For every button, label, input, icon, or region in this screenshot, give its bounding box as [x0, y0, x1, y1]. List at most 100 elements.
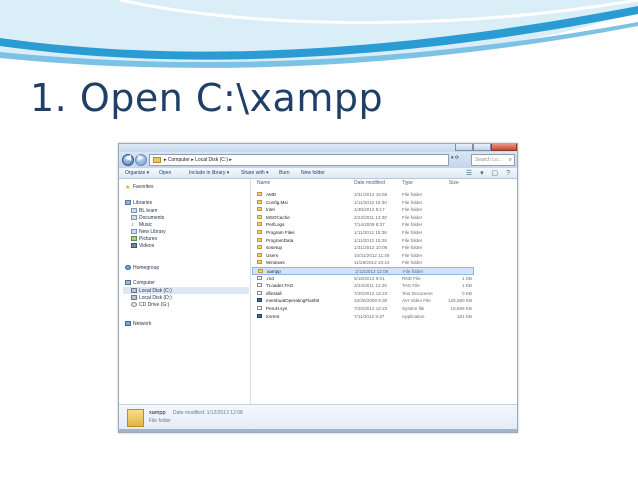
nav-network[interactable]: Network — [133, 321, 151, 327]
library-icon — [131, 208, 137, 213]
file-row[interactable]: xampp 1/12/2013 12:08 File folder — [252, 267, 474, 275]
search-input[interactable]: Search Lo... ⌕ — [471, 154, 515, 166]
navigation-pane: ★ Favorites Libraries BL learn Documents… — [119, 179, 251, 404]
nav-library-new-library[interactable]: New Library — [139, 229, 166, 235]
drive-icon — [131, 295, 137, 300]
forward-button[interactable]: ▶ — [135, 153, 147, 166]
file-list: AMD 1/31/2012 15:56 File folder Config.Msi 1… — [252, 191, 517, 391]
file-name: sosetup — [266, 245, 283, 251]
nav-library-documents[interactable]: Documents — [139, 215, 164, 221]
file-icon — [257, 306, 262, 310]
documents-icon — [131, 215, 137, 220]
folder-icon — [257, 245, 262, 250]
file-row[interactable]: torrent 7/11/2012 9:37 Application 181 KB — [252, 313, 474, 321]
file-row[interactable]: dfinstall 7/20/2012 12:23 Text Document 0 K… — [252, 290, 474, 298]
file-type: AVI Video File — [402, 298, 431, 304]
share-with-button[interactable]: Share with ▾ — [241, 170, 269, 176]
refresh-button[interactable]: ▾ ⟳ — [451, 155, 469, 165]
header-swoosh-decoration — [0, 0, 638, 68]
explorer-window: ◀ ▶ ▸ Computer ▸ Local Disk (C:) ▸ ▾ ⟳ S… — [118, 143, 518, 433]
file-type: Application — [402, 313, 425, 319]
nav-drive-g[interactable]: CD Drive (G:) — [139, 302, 169, 308]
file-row[interactable]: membuatOperatingFlash8 10/28/2009 6:30 AVI… — [252, 297, 474, 305]
open-button[interactable]: Open — [159, 170, 171, 176]
column-type[interactable]: Type — [402, 180, 413, 186]
minimize-button[interactable] — [455, 144, 473, 151]
folder-icon — [127, 409, 144, 427]
command-bar: Organize ▾ Open Include in library ▾ Sha… — [119, 168, 517, 179]
nav-favorites[interactable]: Favorites — [133, 184, 154, 190]
view-options-icon[interactable]: ☰ ▾ ▢ ? — [466, 169, 513, 177]
library-icon — [131, 229, 137, 234]
close-button[interactable] — [491, 144, 517, 151]
file-name: .rnd — [266, 275, 274, 281]
forward-arrow-icon: ▶ — [137, 153, 145, 162]
organize-button[interactable]: Organize ▾ — [125, 170, 149, 176]
file-row[interactable]: .rnd 5/18/2012 9:01 RND File 1 KB — [252, 275, 474, 283]
address-text: ▸ Computer ▸ Local Disk (C:) ▸ — [164, 157, 232, 163]
file-date-modified: 7/14/2009 8:37 — [354, 222, 385, 228]
file-row[interactable]: PerfLogs 7/14/2009 8:37 File folder — [252, 221, 474, 229]
file-date-modified: 7/20/2012 12:23 — [354, 306, 388, 311]
nav-library-music[interactable]: Music — [139, 222, 152, 228]
back-button[interactable]: ◀ — [122, 153, 134, 166]
nav-library-bl-learn[interactable]: BL learn — [139, 208, 157, 214]
nav-computer[interactable]: Computer — [133, 280, 155, 286]
file-date-modified: 1/12/2013 12:08 — [355, 269, 389, 274]
file-name: dfinstall — [266, 290, 282, 296]
nav-homegroup[interactable]: Homegroup — [133, 265, 159, 271]
file-row[interactable]: AMD 1/31/2012 15:56 File folder — [252, 191, 474, 199]
nav-library-videos[interactable]: Videos — [139, 243, 154, 249]
window-titlebar[interactable] — [119, 144, 517, 152]
folder-icon — [257, 260, 262, 265]
file-date-modified: 10/31/2012 11:49 — [354, 252, 390, 258]
column-date-modified[interactable]: Date modified — [354, 180, 385, 186]
column-name[interactable]: Name — [257, 180, 270, 186]
file-type: TAG File — [402, 283, 420, 289]
maximize-button[interactable] — [473, 144, 491, 151]
file-row[interactable]: ProgramData 1/11/2012 15:28 File folder — [252, 237, 474, 245]
file-row[interactable]: sosetup 1/31/2012 10:08 File folder — [252, 244, 474, 252]
file-row[interactable]: Intel 1/30/2012 9:17 File folder — [252, 206, 474, 214]
folder-icon — [257, 252, 262, 257]
folder-icon — [257, 199, 262, 204]
homegroup-icon — [125, 265, 131, 270]
nav-drive-d[interactable]: Local Disk (D:) — [139, 295, 172, 301]
nav-libraries[interactable]: Libraries — [133, 200, 152, 206]
file-date-modified: 1/31/2012 10:08 — [354, 245, 388, 251]
file-type: File folder — [402, 214, 423, 220]
file-row[interactable]: MSOCache 2/24/2011 13:30 File folder — [252, 214, 474, 222]
file-name: membuatOperatingFlash8 — [266, 298, 320, 304]
folder-icon — [257, 222, 262, 227]
include-library-button[interactable]: Include in library ▾ — [189, 170, 229, 176]
file-date-modified: 2/24/2011 13:30 — [354, 214, 387, 220]
column-size[interactable]: Size — [449, 180, 459, 186]
file-date-modified: 2/24/2011 12:25 — [354, 283, 387, 289]
nav-library-pictures[interactable]: Pictures — [139, 236, 157, 242]
folder-icon — [257, 214, 262, 219]
burn-button[interactable]: Burn — [279, 170, 290, 176]
file-name: torrent — [266, 313, 280, 319]
file-name: xampp — [267, 269, 281, 274]
file-row[interactable]: Users 10/31/2012 11:49 File folder — [252, 252, 474, 260]
file-date-modified: 1/11/2012 15:30 — [354, 199, 387, 205]
details-pane: xampp Date modified: 1/12/2013 12:08 Fil… — [119, 404, 517, 430]
nav-drive-c[interactable]: Local Disk (C:) — [139, 288, 172, 294]
file-type: File folder — [403, 269, 424, 274]
slide-title: 1. Open C:\xampp — [30, 76, 384, 120]
new-folder-button[interactable]: New folder — [301, 170, 325, 176]
file-date-modified: 1/11/2012 15:36 — [354, 230, 387, 235]
computer-icon — [125, 280, 131, 285]
music-icon: ♪ — [131, 222, 134, 228]
file-row[interactable]: Program Files 1/11/2012 15:36 File folder — [252, 229, 474, 237]
file-row[interactable]: PeruH.sys 7/20/2012 12:23 System file 15,85… — [252, 305, 474, 313]
address-bar[interactable]: ▸ Computer ▸ Local Disk (C:) ▸ — [149, 154, 449, 166]
videos-icon — [131, 243, 137, 248]
file-name: TLoader.TAG — [266, 283, 294, 289]
file-row[interactable]: Config.Msi 1/11/2012 15:30 File folder — [252, 199, 474, 207]
file-row[interactable]: TLoader.TAG 2/24/2011 12:25 TAG File 1 KB — [252, 282, 474, 290]
file-size: 126,560 KB — [448, 298, 473, 304]
file-size: 1 KB — [462, 275, 472, 281]
file-date-modified: 1/30/2012 9:17 — [354, 207, 385, 213]
file-row[interactable]: Windows 11/28/2012 10:24 File folder — [252, 259, 474, 267]
